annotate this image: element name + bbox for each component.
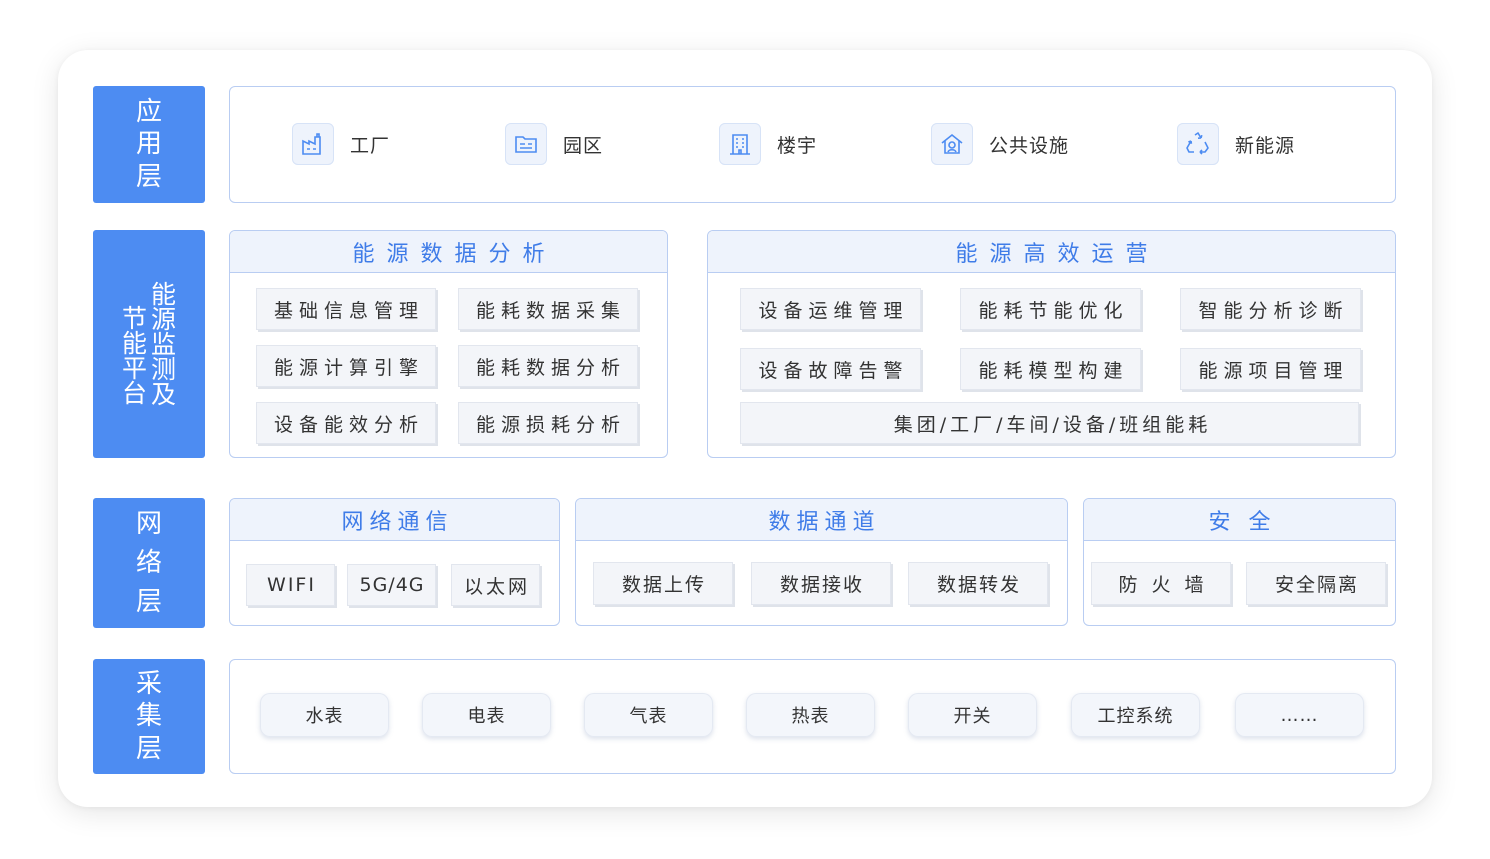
operation-item-diagnosis: 智能分析诊断 [1180,288,1361,330]
channel-item-upload: 数据上传 [593,562,733,605]
recycle-icon [1177,123,1219,165]
operation-item-optimization: 能耗节能优化 [960,288,1141,330]
building-icon [719,123,761,165]
app-item-new-energy: 新能源 [1177,122,1295,166]
layer-label-char: 平 [121,354,147,383]
energy-analysis-title: 能源数据分析 [230,231,667,273]
security-title: 安全 [1084,499,1395,541]
data-channel-title: 数据通道 [576,499,1067,541]
network-item-ethernet: 以太网 [451,564,540,606]
app-item-label: 园区 [563,134,604,157]
layer-label-char: 节 [121,304,147,333]
app-item-factory: 工厂 [292,122,390,166]
collection-item-gas-meter: 气表 [584,693,713,737]
collection-item-water-meter: 水表 [260,693,389,737]
analysis-item-data-collection: 能耗数据采集 [458,288,638,330]
app-item-label: 公共设施 [989,134,1070,157]
layer-label-char: 络 [135,547,162,578]
collection-item-more: …… [1235,693,1364,737]
layer-label-char: 台 [121,379,147,408]
layer-label-char: 测 [151,354,177,384]
app-item-building: 楼宇 [719,122,817,166]
layer-label-char: 应 [135,96,162,127]
layer-label-platform: 能源监测及 节能平台 [93,230,205,458]
app-item-label: 工厂 [350,134,391,157]
network-item-wifi: WIFI [246,564,335,606]
layer-label-collection-text: 采集层 [136,668,162,766]
layer-label-char: 能 [151,279,177,309]
layer-label-char: 层 [135,161,162,192]
layer-label-char: 用 [135,129,162,160]
energy-operation-title: 能源高效运营 [708,231,1395,273]
network-item-5g4g: 5G/4G [347,564,436,606]
security-item-firewall: 防火墙 [1091,562,1231,605]
operation-item-maintenance: 设备运维管理 [740,288,921,330]
layer-label-network-text: 网络层 [136,505,162,622]
layer-label-char: 源 [151,304,177,334]
layer-label-char: 网 [135,508,162,539]
analysis-item-calc-engine: 能源计算引擎 [256,345,436,387]
layer-label-application: 应用层 [93,86,205,203]
layer-label-char: 监 [151,329,177,359]
collection-item-switch: 开关 [908,693,1037,737]
analysis-item-efficiency: 设备能效分析 [256,402,436,444]
channel-item-forward: 数据转发 [908,562,1048,605]
operation-item-group-consumption: 集团/工厂/车间/设备/班组能耗 [740,402,1359,444]
analysis-item-basic-info: 基础信息管理 [256,288,436,330]
network-comm-title: 网络通信 [230,499,559,541]
factory-icon [292,123,334,165]
channel-item-receive: 数据接收 [751,562,891,605]
layer-label-char: 采 [135,668,162,699]
layer-label-char: 及 [151,379,177,409]
operation-item-model: 能耗模型构建 [960,348,1141,390]
analysis-item-loss: 能源损耗分析 [458,402,638,444]
app-item-label: 新能源 [1235,134,1296,157]
layer-label-application-text: 应用层 [136,96,162,194]
operation-item-fault-alarm: 设备故障告警 [740,348,921,390]
app-item-park: 园区 [505,122,603,166]
layer-label-platform-line1: 能源监测及 [151,282,176,407]
collection-item-electric-meter: 电表 [422,693,551,737]
layer-label-network: 网络层 [93,498,205,628]
layer-label-platform-line2: 节能平台 [122,306,147,406]
layer-label-collection: 采集层 [93,659,205,774]
layer-label-char: 集 [135,701,162,732]
operation-item-project: 能源项目管理 [1180,348,1361,390]
layer-label-char: 层 [135,733,162,764]
layer-label-char: 层 [135,586,162,617]
network-comm-frame: 网络通信 [229,498,560,626]
security-item-isolation: 安全隔离 [1246,562,1386,605]
layer-label-char: 能 [121,329,147,358]
app-item-public-facility: 公共设施 [931,122,1069,166]
collection-item-heat-meter: 热表 [746,693,875,737]
app-item-label: 楼宇 [777,134,818,157]
analysis-item-data-analysis: 能耗数据分析 [458,345,638,387]
park-icon [505,123,547,165]
public-facility-icon [931,123,973,165]
collection-item-industrial-control: 工控系统 [1071,693,1200,737]
